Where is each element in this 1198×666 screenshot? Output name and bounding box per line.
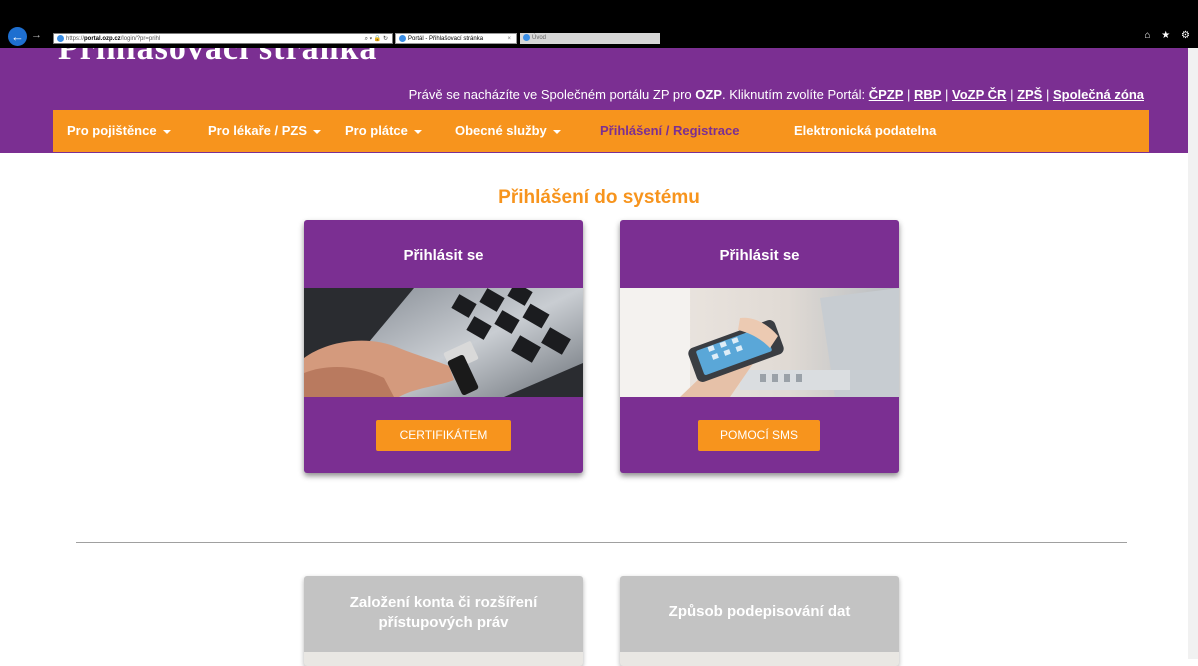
- card-title: Založení konta či rozšíření přístupových…: [304, 593, 583, 633]
- nav-label: Elektronická podatelna: [794, 123, 937, 138]
- sms-login-button[interactable]: POMOCÍ SMS: [698, 420, 820, 451]
- tab-label: Portál - Přihlašovací stránka: [408, 36, 484, 42]
- nav-item-prihlaseni[interactable]: Přihlášení / Registrace: [600, 110, 739, 152]
- card-image-preview: [304, 652, 583, 666]
- nav-label: Pro plátce: [345, 123, 408, 138]
- chevron-down-icon: [552, 129, 561, 134]
- certificate-login-button[interactable]: CERTIFIKÁTEM: [376, 420, 511, 451]
- main-nav: Pro pojištěnce Pro lékaře / PZS Pro plát…: [53, 110, 1149, 152]
- link-separator: |: [941, 87, 953, 102]
- nav-item-pojistence[interactable]: Pro pojištěnce: [67, 110, 171, 152]
- forward-arrow-icon[interactable]: →: [31, 29, 42, 41]
- url-scheme: https://: [66, 36, 85, 42]
- link-separator: |: [903, 87, 914, 102]
- smartphone-image: [620, 288, 899, 397]
- tab-label: Úvod: [532, 35, 547, 41]
- url-domain: portal.ozp.cz: [84, 36, 121, 42]
- login-card-certificate: Přihlásit se CERTIFIKÁTEM: [304, 220, 583, 473]
- site-header: Přihlašovací stránka Právě se nacházíte …: [0, 48, 1198, 153]
- browser-chrome: ← → https://portal.ozp.cz/login/?pr=prih…: [0, 0, 1198, 48]
- ie-logo-icon: [523, 33, 530, 41]
- nav-item-obecne-sluzby[interactable]: Obecné služby: [455, 110, 561, 152]
- card-title: Přihlásit se: [403, 247, 484, 264]
- browser-tab-uvod[interactable]: Úvod: [520, 33, 660, 44]
- nav-item-lekare[interactable]: Pro lékaře / PZS: [208, 110, 321, 152]
- nav-label: Obecné služby: [455, 123, 547, 138]
- portal-link-zps[interactable]: ZPŠ: [1017, 87, 1042, 102]
- chevron-down-icon: [413, 129, 422, 134]
- url-path: /login/?pr=prihl: [120, 36, 161, 42]
- portal-current: OZP: [695, 87, 723, 102]
- card-title-line: Založení konta či rozšíření: [349, 594, 538, 611]
- nav-item-platce[interactable]: Pro plátce: [345, 110, 422, 152]
- usb-token-image: [304, 288, 583, 397]
- browser-toolbar-icons[interactable]: ⌂ ★ ⚙: [1144, 30, 1194, 41]
- info-card-account[interactable]: Založení konta či rozšíření přístupových…: [304, 576, 583, 666]
- chevron-down-icon: [162, 129, 171, 134]
- ie-logo-icon: [399, 34, 406, 42]
- back-arrow-icon[interactable]: ←: [8, 27, 27, 46]
- card-title: Způsob podepisování dat: [668, 603, 851, 620]
- nav-item-podatelna[interactable]: Elektronická podatelna: [794, 110, 936, 152]
- address-controls[interactable]: ⌕ ▾ 🔒 ↻: [365, 34, 388, 45]
- portal-link-rbp[interactable]: RBP: [914, 87, 941, 102]
- portal-suffix: . Kliknutím zvolíte Portál:: [722, 87, 869, 102]
- portal-prefix: Právě se nacházíte ve Společném portálu …: [408, 87, 696, 102]
- scrollbar[interactable]: [1188, 48, 1198, 659]
- ie-logo-icon: [57, 34, 64, 42]
- card-image-preview: [620, 652, 899, 666]
- login-card-sms: Přihlásit se POMOCÍ SMS: [620, 220, 899, 473]
- portal-selector: Právě se nacházíte ve Společném portálu …: [409, 87, 1144, 102]
- close-tab-icon[interactable]: ×: [507, 34, 511, 45]
- portal-link-cpzp[interactable]: ČPZP: [869, 87, 904, 102]
- page-title: Přihlašovací stránka: [58, 48, 378, 67]
- portal-link-spolecna-zona[interactable]: Společná zóna: [1053, 87, 1144, 102]
- info-card-signing[interactable]: Způsob podepisování dat: [620, 576, 899, 666]
- section-title: Přihlášení do systému: [498, 187, 700, 208]
- portal-link-vozp[interactable]: VoZP ČR: [952, 87, 1006, 102]
- nav-label: Pro lékaře / PZS: [208, 123, 307, 138]
- browser-tab-portal[interactable]: Portál - Přihlašovací stránka ×: [395, 33, 517, 44]
- nav-label: Přihlášení / Registrace: [600, 123, 740, 138]
- link-separator: |: [1042, 87, 1053, 102]
- nav-label: Pro pojištěnce: [67, 123, 157, 138]
- section-divider: [76, 542, 1127, 543]
- card-title: Přihlásit se: [719, 247, 800, 264]
- link-separator: |: [1006, 87, 1018, 102]
- chevron-down-icon: [313, 129, 321, 134]
- address-bar[interactable]: https://portal.ozp.cz/login/?pr=prihl ⌕ …: [53, 33, 393, 44]
- card-title-line: přístupových práv: [378, 614, 509, 631]
